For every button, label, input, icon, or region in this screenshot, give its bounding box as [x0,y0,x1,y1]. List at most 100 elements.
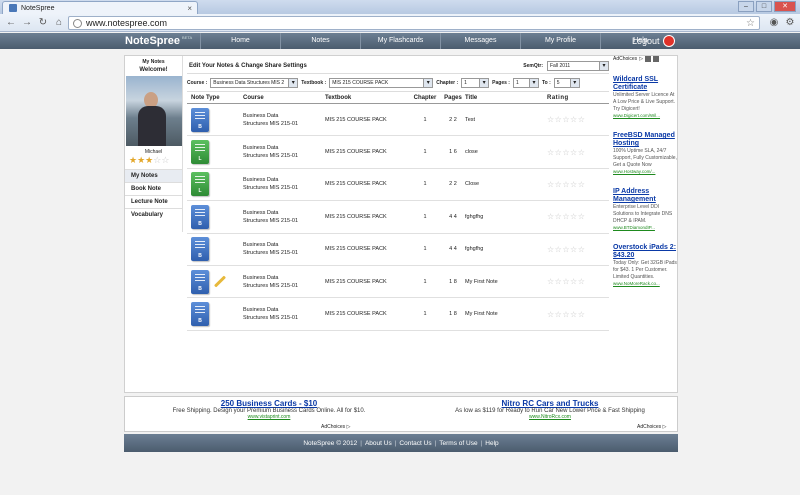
nav-profile[interactable]: My Profile [520,33,600,49]
browser-titlebar: NoteSpree × – □ ✕ [0,0,800,14]
sidebar-item-book-note[interactable]: Book Note [125,182,182,195]
table-row[interactable]: B Business Data Structures MIS 215-01 MIS 2… [187,266,609,299]
footer-contact-link[interactable]: Contact Us [399,440,431,447]
course-value: Business Data Structures MIS 2 [213,79,285,86]
logout-button[interactable]: Logout [632,35,675,47]
bottom-ad-2[interactable]: Nitro RC Cars and Trucks As low as $119 … [425,399,675,420]
title-cell[interactable]: fghgfhg [465,214,547,220]
nav-flashcards[interactable]: My Flashcards [360,33,440,49]
table-row[interactable]: L Business Data Structures MIS 215-01 MIS 2… [187,136,609,169]
title-cell[interactable]: My First Note [465,311,547,317]
table-row[interactable]: B Business Data Structures MIS 215-01 MIS 2… [187,234,609,266]
ad-url[interactable]: www.NitroRcx.com [425,414,675,420]
reload-icon[interactable]: ↻ [36,16,50,30]
rating-stars[interactable]: ☆☆☆☆☆ [547,277,607,286]
home-icon[interactable]: ⌂ [52,16,66,30]
extension-icon[interactable]: ◉ [768,17,780,29]
ad-url[interactable]: www.NoMoreRack.co... [613,281,677,286]
site-logo[interactable]: NoteSpree BETA [125,35,192,47]
maximize-button[interactable]: □ [756,1,772,12]
footer-terms-link[interactable]: Terms of Use [439,440,477,447]
tab-close-icon[interactable]: × [187,4,192,13]
ad-prev-icon[interactable] [645,56,652,62]
course-cell: Business Data Structures MIS 215-01 [243,209,325,225]
pages-from-select[interactable]: 1 [512,77,539,88]
nav-links: Home Notes My Flashcards Messages My Pro… [200,33,680,49]
browser-tab[interactable]: NoteSpree × [2,1,198,14]
table-row[interactable]: B Business Data Structures MIS 215-01 MIS 2… [187,298,609,331]
course-label: Course : [187,79,208,86]
note-document-icon[interactable]: L [191,172,209,197]
ad-url[interactable]: www.BTDiamondIP... [613,225,677,230]
ad-headline[interactable]: Overstock iPads 2: $43.20 [613,244,677,260]
note-document-icon[interactable]: B [191,237,209,262]
semqtr-select[interactable]: Fall 2011 [547,60,609,71]
wrench-icon[interactable]: ⚙ [784,17,796,29]
ad-headline[interactable]: IP Address Management [613,188,677,204]
ad-next-icon[interactable] [653,56,660,62]
ad-url[interactable]: www.Hostway.com/... [613,169,677,174]
bottom-ad-1[interactable]: 250 Business Cards - $10 Free Shipping. … [139,399,399,420]
back-arrow-icon[interactable]: ← [4,16,18,30]
note-document-icon[interactable]: L [191,140,209,165]
bottom-adchoices-2[interactable]: AdChoices ▷ [637,424,666,430]
adchoices-icon[interactable]: ▷ [639,56,643,62]
ad-headline[interactable]: FreeBSD Managed Hosting [613,132,677,148]
rating-stars[interactable]: ☆☆☆☆☆ [547,180,607,189]
star-filled-icon: ★ [137,155,146,165]
textbook-select[interactable]: MIS 215 COURSE PACK [329,77,434,88]
note-document-icon[interactable]: B [191,204,209,229]
sidebar-item-vocabulary[interactable]: Vocabulary [125,208,182,221]
right-ad-2[interactable]: FreeBSD Managed Hosting 100% Uptime SLA,… [613,132,677,174]
title-cell[interactable]: Test [465,117,547,123]
footer-help-link[interactable]: Help [485,440,498,447]
rating-stars[interactable]: ☆☆☆☆☆ [547,310,607,319]
rating-stars[interactable]: ☆☆☆☆☆ [547,148,607,157]
ad-headline[interactable]: 250 Business Cards - $10 [139,399,399,408]
title-cell[interactable]: Close [465,181,547,187]
table-row[interactable]: B Business Data Structures MIS 215-01 MIS 2… [187,104,609,137]
table-row[interactable]: L Business Data Structures MIS 215-01 MIS 2… [187,169,609,202]
pages-cell: 1 8 [449,311,457,318]
ad-url[interactable]: www.Digicert.com/Wil... [613,113,677,118]
bookmark-star-icon[interactable]: ☆ [746,18,755,29]
right-ad-1[interactable]: Wildcard SSL Certificate Unlimited Serve… [613,76,677,118]
course-select[interactable]: Business Data Structures MIS 2 [210,77,299,88]
ad-url[interactable]: www.vistaprint.com [139,414,399,420]
title-cell[interactable]: close [465,149,547,155]
sidebar-item-my-notes[interactable]: My Notes [125,169,182,182]
avatar[interactable] [126,76,182,146]
ad-headline[interactable]: Wildcard SSL Certificate [613,76,677,92]
rating-stars[interactable]: ☆☆☆☆☆ [547,115,607,124]
footer-about-link[interactable]: About Us [365,440,392,447]
bottom-adchoices-1[interactable]: AdChoices ▷ [321,424,350,430]
ad-headline[interactable]: Nitro RC Cars and Trucks [425,399,675,408]
bottom-ad-bar: 250 Business Cards - $10 Free Shipping. … [124,396,678,432]
nav-home[interactable]: Home [200,33,280,49]
address-bar[interactable]: www.notespree.com ☆ [68,16,760,30]
pages-to-select[interactable]: 5 [553,77,580,88]
adchoices-label[interactable]: AdChoices [613,56,637,62]
nav-notes[interactable]: Notes [280,33,360,49]
chapter-select[interactable]: 1 [461,77,490,88]
title-cell[interactable]: My First Note [465,279,547,285]
table-row[interactable]: B Business Data Structures MIS 215-01 MIS 2… [187,201,609,234]
note-document-icon[interactable]: B [191,302,209,327]
sidebar-item-lecture-note[interactable]: Lecture Note [125,195,182,208]
right-ad-4[interactable]: Overstock iPads 2: $43.20 Today Only: Ge… [613,244,677,286]
note-type-cell: B [187,269,243,294]
pencil-edit-icon[interactable] [213,275,227,288]
rating-stars[interactable]: ☆☆☆☆☆ [547,212,607,221]
title-cell[interactable]: fghgfhg [465,246,547,252]
window-close-button[interactable]: ✕ [774,1,796,12]
forward-arrow-icon[interactable]: → [20,16,34,30]
logo-text: NoteSpree [125,35,181,47]
minimize-button[interactable]: – [738,1,754,12]
rating-stars[interactable]: ☆☆☆☆☆ [547,245,607,254]
note-document-icon[interactable]: B [191,107,209,132]
nav-messages[interactable]: Messages [440,33,520,49]
col-course: Course [243,94,264,101]
right-ad-3[interactable]: IP Address Management Enterprise Level D… [613,188,677,230]
semqtr-value: Fall 2011 [550,62,571,69]
note-document-icon[interactable]: B [191,269,209,294]
